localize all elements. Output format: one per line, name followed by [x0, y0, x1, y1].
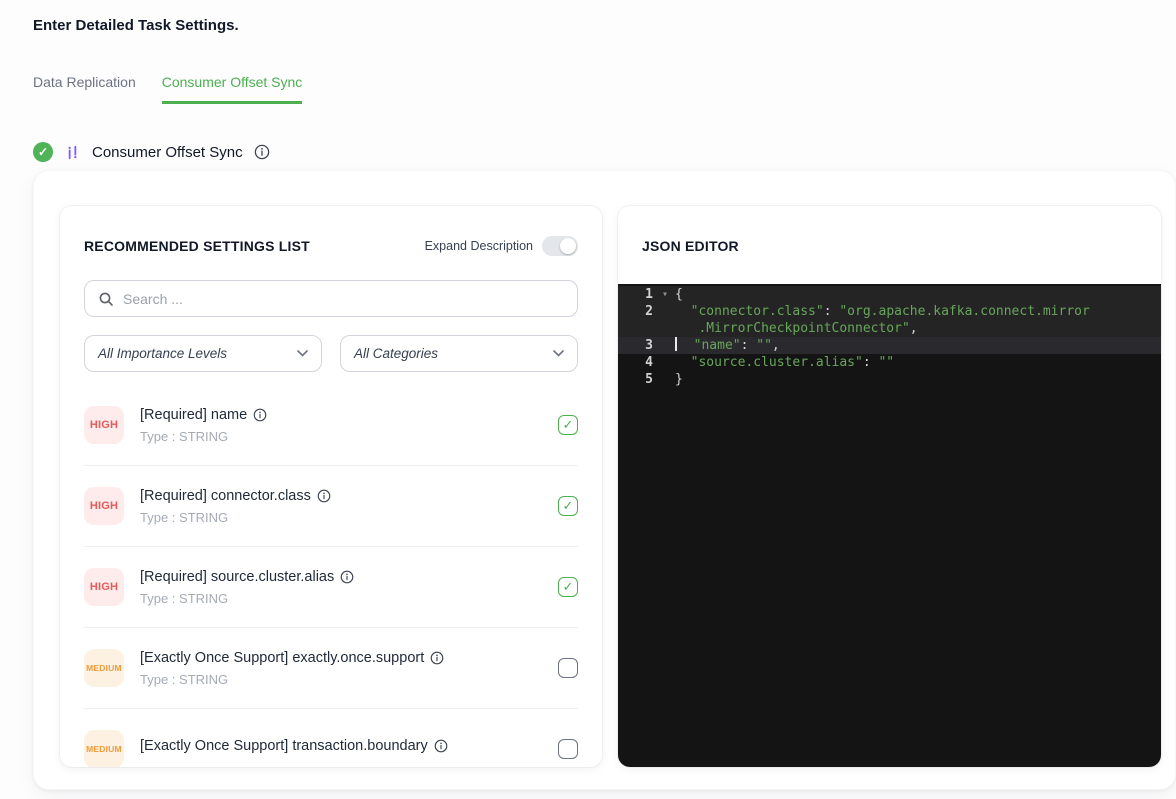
setting-row: MEDIUM [Exactly Once Support] exactly.on…	[84, 628, 578, 709]
json-editor-title: JSON EDITOR	[642, 238, 739, 254]
code-line-active: 3 "name": "",	[618, 337, 1161, 354]
line-number	[618, 320, 662, 337]
page-title: Enter Detailed Task Settings.	[33, 17, 239, 34]
setting-type: Type : STRING	[140, 671, 229, 687]
importance-badge: HIGH	[84, 568, 124, 606]
line-number: 1	[645, 287, 653, 302]
setting-label: [Exactly Once Support] exactly.once.supp…	[140, 649, 425, 666]
tab-data-replication[interactable]: Data Replication	[33, 74, 136, 104]
setting-checkbox[interactable]	[558, 739, 578, 759]
text-cursor	[675, 337, 677, 351]
tab-consumer-offset-sync[interactable]: Consumer Offset Sync	[161, 74, 303, 104]
tab-bar: Data Replication Consumer Offset Sync	[33, 74, 303, 104]
setting-type: Type : STRING	[140, 590, 229, 606]
setting-checkbox[interactable]	[558, 658, 578, 678]
code-line: 4 "source.cluster.alias": ""	[618, 354, 1161, 371]
setting-checkbox[interactable]	[558, 415, 578, 435]
code-line: 5 }	[618, 371, 1161, 388]
setting-checkbox[interactable]	[558, 496, 578, 516]
importance-filter-value: All Importance Levels	[98, 346, 228, 361]
chevron-down-icon	[553, 350, 564, 357]
setting-checkbox[interactable]	[558, 577, 578, 597]
expand-description-label: Expand Description	[424, 239, 533, 253]
section-info-icon[interactable]	[254, 144, 270, 160]
category-filter-value: All Categories	[354, 346, 439, 361]
line-number: 3	[645, 338, 653, 353]
importance-badge: HIGH	[84, 487, 124, 525]
section-title: Consumer Offset Sync	[92, 143, 243, 161]
setting-row: HIGH [Required] source.cluster.alias Typ…	[84, 547, 578, 628]
line-number: 2	[645, 304, 653, 319]
settings-search	[84, 280, 578, 317]
importance-filter-select[interactable]: All Importance Levels	[84, 335, 322, 372]
setting-row: MEDIUM [Exactly Once Support] transactio…	[84, 709, 578, 767]
setting-label: [Required] name	[140, 406, 248, 423]
code-line-wrap: .MirrorCheckpointConnector",	[618, 320, 1161, 337]
toggle-knob	[560, 238, 576, 254]
category-filter-select[interactable]: All Categories	[340, 335, 578, 372]
section-header: Consumer Offset Sync	[33, 142, 270, 162]
setting-label: [Required] connector.class	[140, 487, 311, 504]
setting-type: Type : STRING	[140, 509, 229, 525]
task-settings-card: RECOMMENDED SETTINGS LIST Expand Descrip…	[33, 170, 1176, 790]
settings-panel-title: RECOMMENDED SETTINGS LIST	[84, 238, 310, 254]
code-line: 1 {	[618, 286, 1161, 303]
line-number: 5	[645, 372, 653, 387]
setting-info-icon[interactable]	[340, 570, 354, 584]
importance-badge: HIGH	[84, 406, 124, 444]
setting-label: [Required] source.cluster.alias	[140, 568, 335, 585]
setting-info-icon[interactable]	[430, 651, 444, 665]
setting-info-icon[interactable]	[253, 408, 267, 422]
search-icon	[98, 291, 114, 307]
importance-badge: MEDIUM	[84, 730, 124, 767]
json-code-editor[interactable]: 1 { 2 "connector.class": "org.apache.kaf…	[618, 284, 1161, 767]
setting-type: Type : STRING	[140, 428, 229, 444]
setting-row: HIGH [Required] name Type : STRING	[84, 385, 578, 466]
setting-info-icon[interactable]	[434, 739, 448, 753]
line-number: 4	[645, 355, 653, 370]
importance-badge: MEDIUM	[84, 649, 124, 687]
code-line: 2 "connector.class": "org.apache.kafka.c…	[618, 303, 1161, 320]
offset-sync-icon	[64, 144, 81, 161]
settings-list: HIGH [Required] name Type : STRING HIGH	[84, 385, 578, 767]
fold-icon[interactable]	[662, 286, 675, 303]
json-editor-panel: JSON EDITOR 1 { 2 "connector.class": "or…	[618, 206, 1161, 767]
status-check-icon	[33, 142, 53, 162]
setting-info-icon[interactable]	[317, 489, 331, 503]
setting-label: [Exactly Once Support] transaction.bound…	[140, 738, 428, 754]
search-input[interactable]	[123, 290, 564, 307]
expand-description-toggle[interactable]	[542, 236, 578, 256]
setting-row: HIGH [Required] connector.class Type : S…	[84, 466, 578, 547]
recommended-settings-panel: RECOMMENDED SETTINGS LIST Expand Descrip…	[60, 206, 602, 767]
chevron-down-icon	[297, 350, 308, 357]
